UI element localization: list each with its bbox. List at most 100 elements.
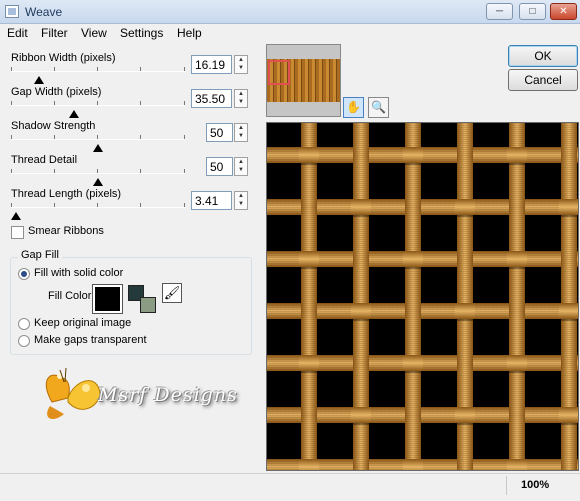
menu-settings[interactable]: Settings <box>120 26 163 40</box>
weave-pattern-canvas <box>267 123 578 470</box>
weave-preview[interactable] <box>266 122 579 471</box>
window-icon <box>5 5 19 18</box>
ribbon-width-label: Ribbon Width (pixels) <box>11 52 116 64</box>
ok-button[interactable]: OK <box>508 45 578 67</box>
gap-width-input[interactable]: 35.50 <box>191 89 232 108</box>
smear-ribbons-label: Smear Ribbons <box>28 225 104 237</box>
crossing-over <box>455 199 475 215</box>
slider-tick <box>11 101 12 105</box>
crossing-shadow <box>455 215 475 217</box>
crossing-over <box>299 147 319 163</box>
fill-solid-label: Fill with solid color <box>34 267 124 279</box>
navigator-viewport[interactable] <box>268 60 290 85</box>
cancel-button[interactable]: Cancel <box>508 69 578 91</box>
slider-tick <box>54 203 55 207</box>
menu-edit[interactable]: Edit <box>7 26 28 40</box>
crossing-shadow <box>299 163 319 165</box>
crossing-over <box>559 303 578 319</box>
menu-help[interactable]: Help <box>177 26 202 40</box>
menu-view[interactable]: View <box>81 26 107 40</box>
crossing-shadow <box>403 371 423 373</box>
navigator-thumbnail[interactable] <box>266 44 341 117</box>
ribbon-width-slider-thumb[interactable] <box>33 76 44 84</box>
preview-pane: ✋ 🔍 OK Cancel <box>262 42 580 472</box>
thread-detail-slider-thumb[interactable] <box>93 178 103 186</box>
thread-detail-label: Thread Detail <box>11 154 78 166</box>
thread-detail-spinner[interactable]: ▲ ▼ <box>234 157 248 176</box>
thread-detail-slider-track[interactable] <box>11 173 185 174</box>
crossing-over <box>403 147 423 163</box>
smear-ribbons-checkbox[interactable] <box>11 226 24 239</box>
thread-length-label: Thread Length (pixels) <box>11 188 122 200</box>
zoom-icon[interactable]: 🔍 <box>368 97 389 118</box>
ribbon-width-spinner[interactable]: ▲ ▼ <box>234 55 248 74</box>
crossing-over <box>403 459 423 470</box>
title-bar: Weave ─ □ ✕ <box>0 0 580 24</box>
crossing-over <box>299 459 319 470</box>
crossing-over <box>559 199 578 215</box>
keep-original-label: Keep original image <box>34 317 132 329</box>
crossing-shadow <box>559 319 578 321</box>
crossing-over <box>403 251 423 267</box>
transparent-gaps-radio[interactable] <box>18 335 30 347</box>
crossing-shadow <box>507 267 527 269</box>
ribbon-width-slider-track[interactable] <box>11 71 185 72</box>
thread-length-input[interactable]: 3.41 <box>191 191 232 210</box>
crossing-over <box>299 251 319 267</box>
thread-length-spinner[interactable]: ▲ ▼ <box>234 191 248 210</box>
ribbon-texture <box>301 123 317 470</box>
slider-tick <box>140 169 141 173</box>
slider-tick <box>54 67 55 71</box>
slider-tick <box>184 101 185 105</box>
thread-length-slider-thumb[interactable] <box>11 212 22 220</box>
slider-tick <box>97 169 98 173</box>
slider-tick <box>140 101 141 105</box>
crossing-over <box>507 147 527 163</box>
shadow-strength-spinner[interactable]: ▲ ▼ <box>234 123 248 142</box>
ribbon-width-input[interactable]: 16.19 <box>191 55 232 74</box>
eyedropper-icon[interactable]: 🖌 <box>162 283 182 303</box>
crossing-over <box>455 303 475 319</box>
crossing-shadow <box>299 267 319 269</box>
slider-tick <box>11 203 12 207</box>
maximize-button[interactable]: □ <box>519 3 546 20</box>
ribbon-texture <box>509 123 525 470</box>
fill-color-swatch[interactable] <box>92 284 123 314</box>
fill-solid-radio[interactable] <box>18 268 30 280</box>
crossing-over <box>455 407 475 423</box>
gap-width-slider-thumb[interactable] <box>68 110 79 118</box>
gap-fill-title: Gap Fill <box>18 249 62 261</box>
fill-color-label: Fill Color <box>48 290 92 302</box>
status-bar <box>0 473 580 501</box>
crossing-over <box>351 407 371 423</box>
crossing-shadow <box>351 215 371 217</box>
thread-length-slider-track[interactable] <box>11 207 185 208</box>
menu-filter[interactable]: Filter <box>41 26 68 40</box>
thread-detail-input[interactable]: 50 <box>206 157 233 176</box>
close-button[interactable]: ✕ <box>550 3 577 20</box>
crossing-over <box>507 355 527 371</box>
secondary-color-swatch[interactable] <box>140 297 156 313</box>
menu-bar: Edit Filter View Settings Help <box>0 24 580 42</box>
gap-width-spinner[interactable]: ▲ ▼ <box>234 89 248 108</box>
crossing-shadow <box>403 163 423 165</box>
watermark-text: Msrf Designs <box>98 384 238 406</box>
gap-width-slider-track[interactable] <box>11 105 185 106</box>
minimize-button[interactable]: ─ <box>486 3 513 20</box>
slider-tick <box>140 67 141 71</box>
crossing-shadow <box>455 423 475 425</box>
slider-tick <box>140 135 141 139</box>
shadow-strength-input[interactable]: 50 <box>206 123 233 142</box>
slider-tick <box>97 203 98 207</box>
shadow-strength-slider-track[interactable] <box>11 139 185 140</box>
slider-tick <box>54 169 55 173</box>
shadow-strength-slider-thumb[interactable] <box>93 144 103 152</box>
hand-icon[interactable]: ✋ <box>343 97 364 118</box>
crossing-shadow <box>351 423 371 425</box>
slider-tick <box>184 67 185 71</box>
crossing-shadow <box>559 215 578 217</box>
crossing-shadow <box>351 319 371 321</box>
crossing-shadow <box>299 371 319 373</box>
keep-original-radio[interactable] <box>18 318 30 330</box>
gap-width-label: Gap Width (pixels) <box>11 86 102 98</box>
